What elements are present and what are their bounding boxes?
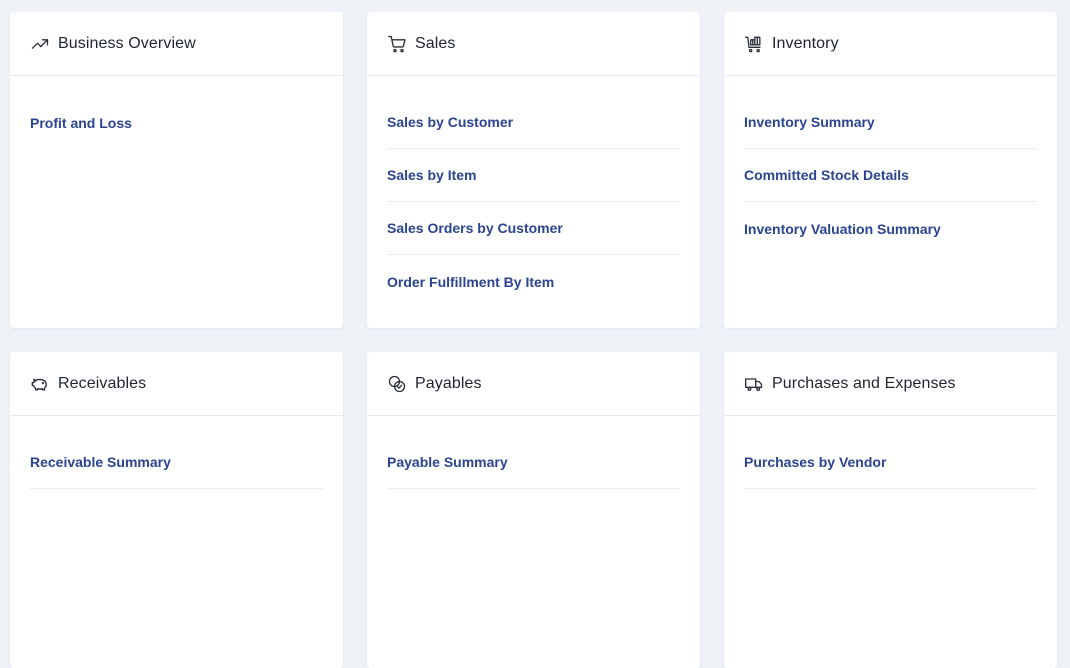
report-link-profit-and-loss[interactable]: Profit and Loss xyxy=(30,115,132,131)
report-link-payable-summary[interactable]: Payable Summary xyxy=(387,454,508,470)
report-link-sales-orders-by-customer[interactable]: Sales Orders by Customer xyxy=(387,220,563,236)
card-header: Sales xyxy=(367,12,700,76)
card-title: Inventory xyxy=(772,34,839,52)
card-header: Inventory xyxy=(724,12,1057,76)
report-link-inventory-valuation-summary[interactable]: Inventory Valuation Summary xyxy=(744,221,941,237)
report-list: Payable Summary xyxy=(367,416,700,489)
truck-icon xyxy=(744,374,764,394)
report-link-inventory-summary[interactable]: Inventory Summary xyxy=(744,114,875,130)
list-item: Sales by Item xyxy=(387,149,680,202)
card-title: Receivables xyxy=(58,374,147,392)
card-title: Business Overview xyxy=(58,34,196,52)
report-link-sales-by-customer[interactable]: Sales by Customer xyxy=(387,114,513,130)
list-item: Inventory Summary xyxy=(744,96,1037,149)
list-item: Order Fulfillment By Item xyxy=(387,255,680,308)
list-item: Inventory Valuation Summary xyxy=(744,202,1037,255)
report-link-committed-stock-details[interactable]: Committed Stock Details xyxy=(744,167,909,183)
card-title: Sales xyxy=(415,34,456,52)
report-list: Receivable Summary xyxy=(10,416,343,489)
report-link-receivable-summary[interactable]: Receivable Summary xyxy=(30,454,171,470)
list-item: Profit and Loss xyxy=(30,96,323,149)
inventory-cart-icon xyxy=(744,34,764,54)
piggy-bank-icon xyxy=(30,374,50,394)
card-business-overview: Business Overview Profit and Loss xyxy=(10,12,343,328)
card-inventory: Inventory Inventory Summary Committed St… xyxy=(724,12,1057,328)
card-header: Receivables xyxy=(10,352,343,416)
card-receivables: Receivables Receivable Summary xyxy=(10,352,343,668)
card-title: Payables xyxy=(415,374,482,392)
card-header: Business Overview xyxy=(10,12,343,76)
report-list: Inventory Summary Committed Stock Detail… xyxy=(724,76,1057,255)
report-link-order-fulfillment-by-item[interactable]: Order Fulfillment By Item xyxy=(387,274,554,290)
report-list: Profit and Loss xyxy=(10,76,343,149)
report-list: Purchases by Vendor xyxy=(724,416,1057,489)
card-payables: Payables Payable Summary xyxy=(367,352,700,668)
list-item: Purchases by Vendor xyxy=(744,436,1037,489)
reports-grid: Business Overview Profit and Loss Sales … xyxy=(10,12,1057,668)
list-item: Committed Stock Details xyxy=(744,149,1037,202)
report-list: Sales by Customer Sales by Item Sales Or… xyxy=(367,76,700,308)
coins-icon xyxy=(387,374,407,394)
card-purchases-and-expenses: Purchases and Expenses Purchases by Vend… xyxy=(724,352,1057,668)
list-item: Sales by Customer xyxy=(387,96,680,149)
list-item: Sales Orders by Customer xyxy=(387,202,680,255)
card-header: Purchases and Expenses xyxy=(724,352,1057,416)
card-header: Payables xyxy=(367,352,700,416)
shopping-cart-icon xyxy=(387,34,407,54)
card-sales: Sales Sales by Customer Sales by Item Sa… xyxy=(367,12,700,328)
list-item: Payable Summary xyxy=(387,436,680,489)
report-link-sales-by-item[interactable]: Sales by Item xyxy=(387,167,477,183)
trending-up-icon xyxy=(30,34,50,54)
list-item: Receivable Summary xyxy=(30,436,323,489)
card-title: Purchases and Expenses xyxy=(772,374,956,392)
report-link-purchases-by-vendor[interactable]: Purchases by Vendor xyxy=(744,454,886,470)
